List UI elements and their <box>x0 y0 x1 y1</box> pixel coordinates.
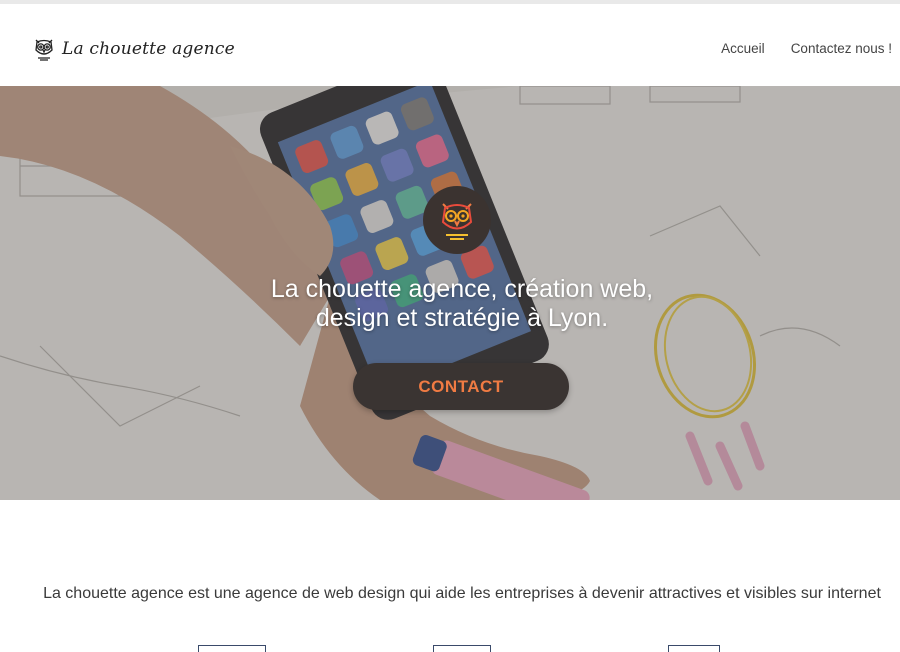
hero-title: La chouette agence, création web, design… <box>150 275 774 333</box>
main-nav: Accueil Contactez nous ! <box>721 41 892 56</box>
hero-banner: La chouette agence, création web, design… <box>0 86 900 500</box>
owl-icon <box>441 203 473 240</box>
intro-text: La chouette agence est une agence de web… <box>43 585 881 602</box>
owl-icon <box>35 39 53 61</box>
hero-title-line2: design et stratégie à Lyon. <box>315 304 609 332</box>
hero-title-line1: La chouette agence, création web, <box>270 275 654 303</box>
site-header: La chouette agence Accueil Contactez nou… <box>0 4 900 86</box>
service-icon-3 <box>668 645 720 652</box>
brand-logo[interactable]: La chouette agence <box>32 35 235 63</box>
nav-link-contact[interactable]: Contactez nous ! <box>791 41 892 56</box>
contact-button[interactable]: CONTACT <box>353 363 569 410</box>
service-icon-2 <box>433 645 491 652</box>
brand-name: La chouette agence <box>62 39 235 59</box>
hero-owl-badge <box>423 186 491 254</box>
service-icons-row <box>0 640 900 652</box>
service-icon-1 <box>198 645 266 652</box>
nav-link-accueil[interactable]: Accueil <box>721 41 765 56</box>
